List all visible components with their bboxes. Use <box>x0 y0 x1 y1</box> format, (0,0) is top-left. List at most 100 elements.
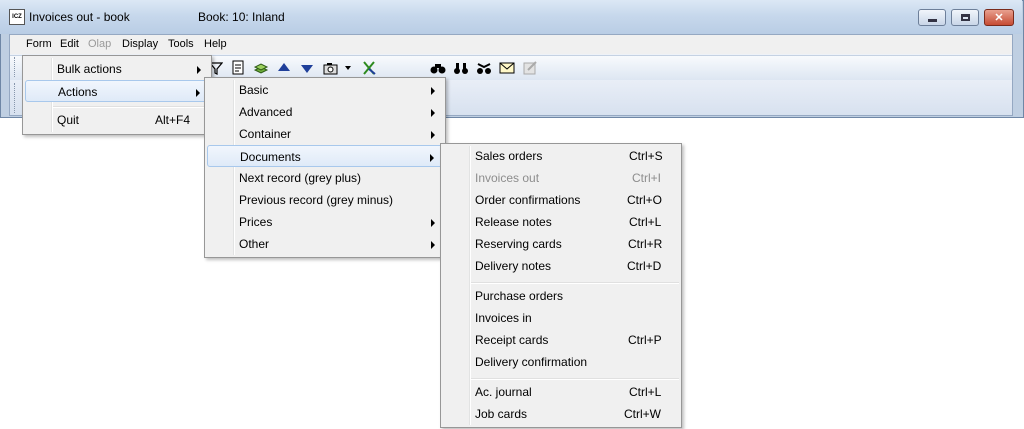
menu-item-label: Release notes <box>475 215 552 229</box>
menu-item-label: Actions <box>58 85 98 99</box>
app-icon: ICZ <box>9 9 25 25</box>
menu-item-basic[interactable]: Basic <box>207 79 443 101</box>
menu-item-invoices-out: Invoices out Ctrl+I <box>443 167 679 189</box>
document-filter-icon[interactable] <box>230 60 246 76</box>
menu-item-label: Job cards <box>475 407 528 421</box>
close-icon: ✕ <box>994 12 1004 24</box>
menu-item-order-confirmations[interactable]: Order confirmations Ctrl+O <box>443 189 679 211</box>
menu-item-label: Invoices in <box>475 311 532 325</box>
menu-item-release-notes[interactable]: Release notes Ctrl+L <box>443 211 679 233</box>
menu-item-label: Reserving cards <box>475 237 562 251</box>
menu-item-documents[interactable]: Documents <box>207 145 443 167</box>
menu-item-label: Receipt cards <box>475 333 549 347</box>
minimize-button[interactable] <box>918 9 946 26</box>
arrow-down-icon[interactable] <box>299 60 315 76</box>
menu-separator <box>53 106 209 108</box>
menu-separator <box>471 282 679 284</box>
menu-item-label: Invoices out <box>475 171 540 185</box>
submenu-arrow-icon <box>431 131 435 139</box>
menu-item-label: Bulk actions <box>57 62 122 76</box>
menu-item-label: Container <box>239 127 292 141</box>
menu-item-label: Prices <box>239 215 273 229</box>
menu-item-label: Advanced <box>239 105 293 119</box>
menu-item-label: Delivery notes <box>475 259 552 273</box>
menu-item-receipt-cards[interactable]: Receipt cards Ctrl+P <box>443 329 679 351</box>
maximize-icon <box>960 14 970 21</box>
arrow-up-icon[interactable] <box>276 60 292 76</box>
menu-item-purchase-orders[interactable]: Purchase orders <box>443 285 679 307</box>
menu-item-invoices-in[interactable]: Invoices in <box>443 307 679 329</box>
menu-help[interactable]: Help <box>204 38 227 50</box>
menu-tools[interactable]: Tools <box>168 38 194 50</box>
menu-item-label: Order confirmations <box>475 193 581 207</box>
actions-submenu: Basic Advanced Container Documents Next … <box>204 77 446 258</box>
menu-item-previous-record[interactable]: Previous record (grey minus) <box>207 189 443 211</box>
toolbar-grip-secondary[interactable] <box>14 83 17 113</box>
menu-item-other[interactable]: Other <box>207 233 443 255</box>
export-icon[interactable] <box>361 60 377 76</box>
menu-item-container[interactable]: Container <box>207 123 443 145</box>
menu-item-shortcut: Ctrl+L <box>629 215 662 229</box>
menu-item-reserving-cards[interactable]: Reserving cards Ctrl+R <box>443 233 679 255</box>
menu-item-actions[interactable]: Actions <box>25 80 209 102</box>
submenu-arrow-icon <box>197 66 201 74</box>
menu-edit[interactable]: Edit <box>60 38 79 50</box>
submenu-arrow-icon <box>431 241 435 249</box>
menu-item-label: Ac. journal <box>475 385 532 399</box>
book-label: Book: 10: Inland <box>198 10 285 24</box>
mail-icon[interactable] <box>499 60 515 76</box>
documents-submenu: Sales orders Ctrl+S Invoices out Ctrl+I … <box>440 143 682 428</box>
menu-item-next-record[interactable]: Next record (grey plus) <box>207 167 443 189</box>
menu-item-label: Previous record (grey minus) <box>239 193 394 207</box>
menu-item-label: Quit <box>57 113 80 127</box>
menu-item-delivery-notes[interactable]: Delivery notes Ctrl+D <box>443 255 679 277</box>
binoculars-icon[interactable] <box>430 60 446 76</box>
camera-icon[interactable] <box>323 60 339 76</box>
menu-item-shortcut: Ctrl+D <box>627 259 662 273</box>
menu-item-label: Purchase orders <box>475 289 564 303</box>
menu-item-advanced[interactable]: Advanced <box>207 101 443 123</box>
menu-item-prices[interactable]: Prices <box>207 211 443 233</box>
find-previous-icon[interactable] <box>476 60 492 76</box>
menu-item-shortcut: Ctrl+W <box>624 407 661 421</box>
menu-item-quit[interactable]: Quit Alt+F4 <box>25 109 209 131</box>
menu-item-bulk-actions[interactable]: Bulk actions <box>25 58 209 80</box>
menu-item-label: Next record (grey plus) <box>239 171 362 185</box>
menu-form[interactable]: Form <box>26 38 52 50</box>
menu-item-sales-orders[interactable]: Sales orders Ctrl+S <box>443 145 679 167</box>
menu-item-job-cards[interactable]: Job cards Ctrl+W <box>443 403 679 425</box>
menu-item-label: Sales orders <box>475 149 543 163</box>
submenu-arrow-icon <box>431 87 435 95</box>
menu-item-shortcut: Ctrl+S <box>629 149 663 163</box>
menu-item-label: Delivery confirmation <box>475 355 588 369</box>
toolbar-grip[interactable] <box>14 57 17 77</box>
window-title: Invoices out - book <box>29 10 130 24</box>
maximize-button[interactable] <box>951 9 979 26</box>
menu-item-delivery-confirmation[interactable]: Delivery confirmation <box>443 351 679 373</box>
menu-item-shortcut: Ctrl+O <box>627 193 663 207</box>
menu-item-label: Basic <box>239 83 269 97</box>
menu-display[interactable]: Display <box>122 38 158 50</box>
books-icon[interactable] <box>253 60 269 76</box>
form-menu: Bulk actions Actions Quit Alt+F4 <box>22 55 212 135</box>
menu-item-label: Other <box>239 237 270 251</box>
menu-olap: Olap <box>88 38 112 50</box>
menu-separator <box>471 378 679 380</box>
chevron-down-icon[interactable] <box>343 60 353 76</box>
minimize-icon <box>927 19 937 22</box>
title-bar[interactable]: ICZ Invoices out - book Book: 10: Inland… <box>0 0 1022 34</box>
menu-item-shortcut: Ctrl+I <box>632 171 662 185</box>
menu-item-shortcut: Ctrl+P <box>628 333 662 347</box>
menu-item-shortcut: Ctrl+L <box>629 385 662 399</box>
submenu-arrow-icon <box>431 219 435 227</box>
close-button[interactable]: ✕ <box>984 9 1014 26</box>
menu-bar: Form Edit Olap Display Tools Help <box>10 35 1012 54</box>
find-next-icon[interactable] <box>453 60 469 76</box>
edit-disabled-icon <box>522 60 538 76</box>
menu-item-shortcut: Ctrl+R <box>628 237 663 251</box>
menu-item-ac-journal[interactable]: Ac. journal Ctrl+L <box>443 381 679 403</box>
menu-item-label: Documents <box>240 150 301 164</box>
menu-item-shortcut: Alt+F4 <box>155 113 191 127</box>
submenu-arrow-icon <box>430 154 434 162</box>
submenu-arrow-icon <box>431 109 435 117</box>
